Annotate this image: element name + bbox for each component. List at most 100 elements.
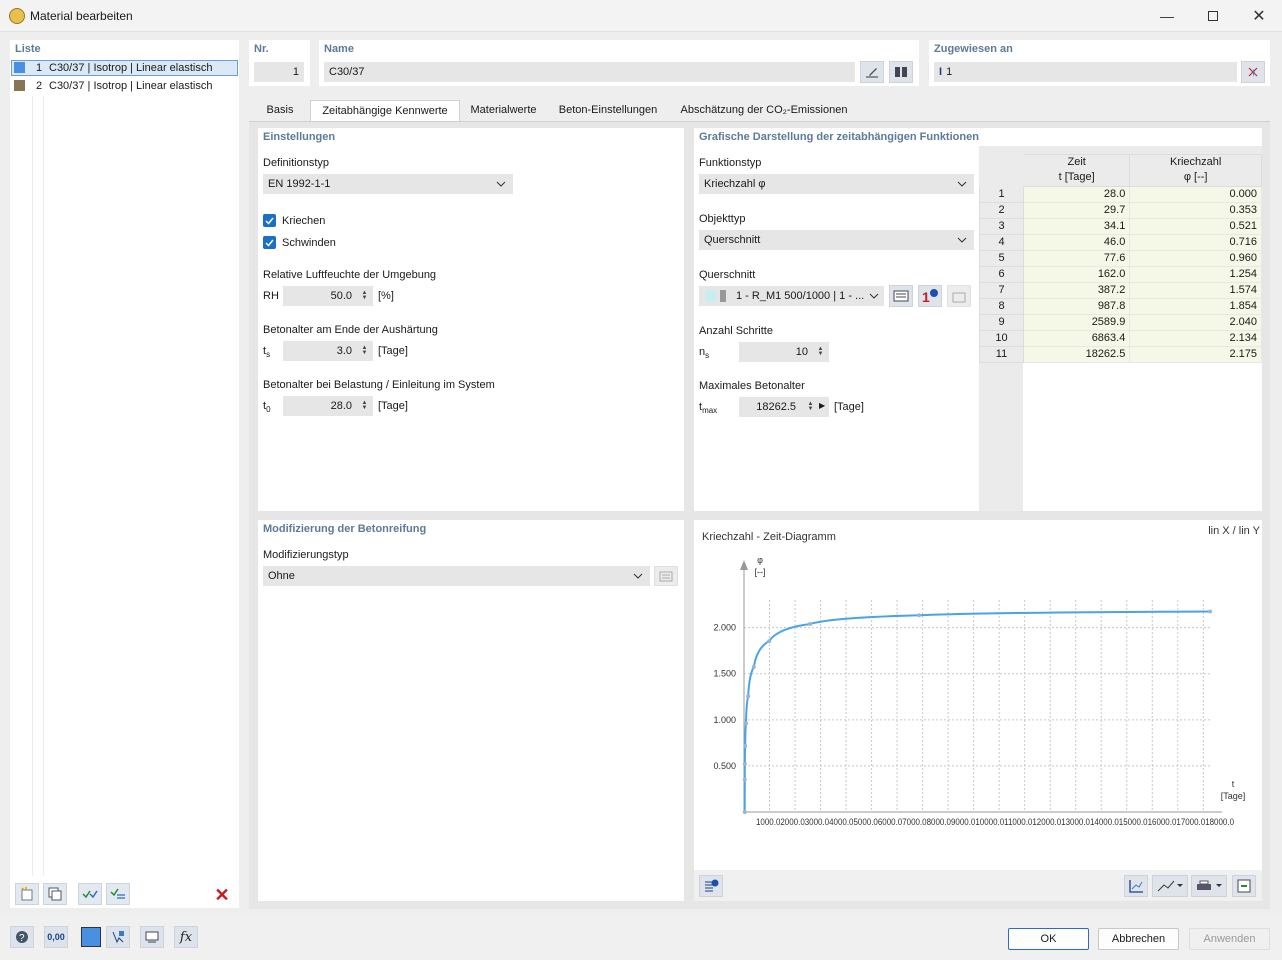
copy-material-button[interactable] [43,883,67,905]
cell-kriechzahl[interactable]: 1.254 [1129,265,1262,283]
kriechen-checkbox[interactable] [263,214,276,227]
cell-zeit[interactable]: 6863.4 [1022,329,1131,347]
schritte-spinner[interactable]: ▲ ▼ [816,344,825,360]
table-row[interactable]: 4 46.0 0.716 [979,233,1262,251]
t0-title: Betonalter bei Belastung / Einleitung im… [263,379,495,391]
new-material-button[interactable] [15,883,39,905]
tab-zeitabhaengige-kennwerte[interactable]: Zeitabhängige Kennwerte [310,100,460,122]
cell-kriechzahl[interactable]: 0.716 [1129,233,1262,251]
maximize-button[interactable] [1190,0,1236,32]
check-all-button[interactable] [78,883,102,905]
name-field[interactable]: C30/37 [324,62,855,82]
edit-name-button[interactable] [860,61,884,83]
table-row[interactable]: 3 34.1 0.521 [979,217,1262,235]
table-row[interactable]: 9 2589.9 2.040 [979,313,1262,331]
close-button[interactable]: ✕ [1236,0,1282,32]
col-zeit-unit: t [Tage] [1058,171,1095,183]
cell-kriechzahl[interactable]: 2.040 [1129,313,1262,331]
cell-zeit[interactable]: 46.0 [1022,233,1131,251]
cell-zeit[interactable]: 387.2 [1022,281,1131,299]
library-button[interactable] [889,61,913,83]
table-row[interactable]: 5 77.6 0.960 [979,249,1262,267]
tab-basis[interactable]: Basis [250,100,310,121]
cell-kriechzahl[interactable]: 2.134 [1129,329,1262,347]
table-row[interactable]: 11 18262.5 2.175 [979,345,1262,363]
rh-spinner[interactable]: ▲ ▼ [360,288,369,304]
tab-beton-einstellungen[interactable]: Beton-Einstellungen [547,100,669,121]
name-section: Name C30/37 [319,40,919,86]
svg-text:?: ? [19,933,25,944]
modifizierungstyp-label: Modifizierungstyp [263,549,349,561]
table-row[interactable]: 1 28.0 0.000 [979,185,1262,203]
formula-button[interactable]: fx [174,926,198,948]
curve-options-button[interactable] [1152,875,1188,897]
t0-spinner[interactable]: ▲ ▼ [360,398,369,414]
ts-spinner[interactable]: ▲ ▼ [360,343,369,359]
units-button[interactable]: 0,00 [44,926,68,948]
creep-curve [743,610,1211,813]
funktionstyp-select[interactable]: Kriechzahl φ [699,174,974,194]
einstellungen-title: Einstellungen [263,131,336,143]
apply-button[interactable]: Anwenden [1189,928,1270,950]
assigned-field[interactable]: I1 [934,62,1237,82]
table-row[interactable]: 7 387.2 1.574 [979,281,1262,299]
cell-zeit[interactable]: 29.7 [1022,201,1131,219]
cell-kriechzahl[interactable]: 0.521 [1129,217,1262,235]
material-color-swatch [14,62,25,73]
cell-kriechzahl[interactable]: 0.960 [1129,249,1262,267]
table-row[interactable]: 2 29.7 0.353 [979,201,1262,219]
material-model-button[interactable] [106,926,130,948]
list-item[interactable]: 1 C30/37 | Isotrop | Linear elastisch [11,60,238,76]
check-selected-button[interactable] [106,883,130,905]
list-item[interactable]: 2 C30/37 | Isotrop | Linear elastisch [11,78,238,94]
cell-kriechzahl[interactable]: 1.854 [1129,297,1262,315]
minimize-button[interactable]: — [1144,0,1190,32]
definitionstyp-select[interactable]: EN 1992-1-1 [263,174,513,194]
max-input[interactable]: 18262.5 [739,397,829,417]
querschnitt-select[interactable]: 1 - R_M1 500/1000 | 1 - ... [699,286,884,306]
cell-zeit[interactable]: 987.8 [1022,297,1131,315]
export-button[interactable] [1232,875,1256,897]
cell-zeit[interactable]: 162.0 [1022,265,1131,283]
schwinden-checkbox[interactable] [263,236,276,249]
pick-assignment-button[interactable] [1241,61,1265,83]
cell-kriechzahl[interactable]: 2.175 [1129,345,1262,363]
legend-info-button[interactable] [699,875,723,897]
grafik-title: Grafische Darstellung der zeitabhängigen… [699,131,979,143]
cell-zeit[interactable]: 77.6 [1022,249,1131,267]
cell-kriechzahl[interactable]: 0.000 [1129,185,1262,203]
cell-zeit[interactable]: 28.0 [1022,185,1131,203]
delete-icon[interactable]: ✕ [212,885,232,905]
data-point [743,744,748,749]
tab-co2-emissionen[interactable]: Abschätzung der CO₂-Emissionen [669,100,859,121]
cell-kriechzahl[interactable]: 1.574 [1129,281,1262,299]
row-number: 6 [979,265,1024,283]
table-row[interactable]: 6 162.0 1.254 [979,265,1262,283]
chevron-down-icon [633,573,643,579]
table-header-row [979,146,1262,154]
modifizierungstyp-select[interactable]: Ohne [263,566,650,586]
help-button[interactable]: ? [10,926,34,948]
edit-section-button[interactable] [889,285,913,307]
cell-zeit[interactable]: 18262.5 [1022,345,1131,363]
print-button[interactable] [1191,875,1227,897]
table-row[interactable]: 8 987.8 1.854 [979,297,1262,315]
tab-materialwerte[interactable]: Materialwerte [460,100,547,121]
objekttyp-select[interactable]: Querschnitt [699,230,974,250]
ok-button[interactable]: OK [1008,928,1089,950]
max-arrow-icon[interactable]: ▶ [819,401,825,410]
querschnitt-label: Querschnitt [699,269,756,281]
color-button[interactable] [81,927,101,947]
cancel-button[interactable]: Abbrechen [1098,928,1179,950]
axis-settings-button[interactable] [1124,875,1148,897]
cell-kriechzahl[interactable]: 0.353 [1129,201,1262,219]
nr-field[interactable]: 1 [254,62,304,82]
max-spinner[interactable]: ▲ ▼ [806,399,815,415]
cell-zeit[interactable]: 2589.9 [1022,313,1131,331]
table-row[interactable]: 10 6863.4 2.134 [979,329,1262,347]
data-point [767,639,772,644]
cell-zeit[interactable]: 34.1 [1022,217,1131,235]
section-info-button[interactable]: 1 [918,285,942,307]
view-button[interactable] [140,926,164,948]
diagram-scale[interactable]: lin X / lin Y [1208,525,1260,537]
